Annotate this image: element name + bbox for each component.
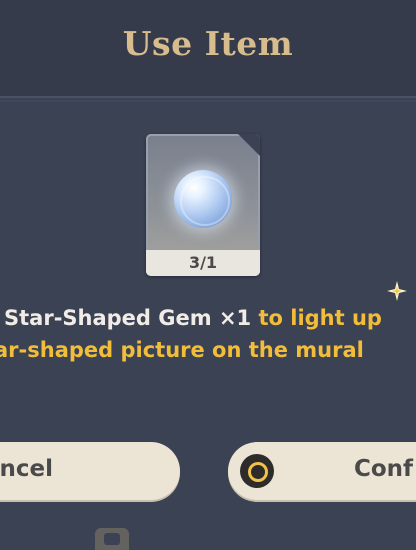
item-count: 3/1 [146,250,260,276]
star-shaped-gem-icon [174,170,232,228]
bottom-ornament-icon [95,528,129,550]
use-item-dialog: Use Item 3/1 Star-Shaped Gem ×1 to light… [0,0,416,550]
cancel-button-label: ancel [0,456,54,482]
confirm-circle-icon [240,454,274,488]
cancel-button[interactable]: ancel [0,442,180,500]
description-highlight-2: ar-shaped picture on the mural [0,338,364,362]
description-line-2: ar-shaped picture on the mural [0,338,364,362]
item-card[interactable]: 3/1 [146,134,260,276]
confirm-button-label: Conf [354,456,414,482]
description-line-1: Star-Shaped Gem ×1 to light up [4,306,382,330]
sparkle-icon [387,281,407,301]
description-highlight-1: to light up [251,306,382,330]
dialog-title: Use Item [122,24,294,63]
confirm-button[interactable]: Conf [228,442,416,500]
dialog-header: Use Item [0,0,416,102]
item-name-text: Star-Shaped Gem ×1 [4,306,252,330]
